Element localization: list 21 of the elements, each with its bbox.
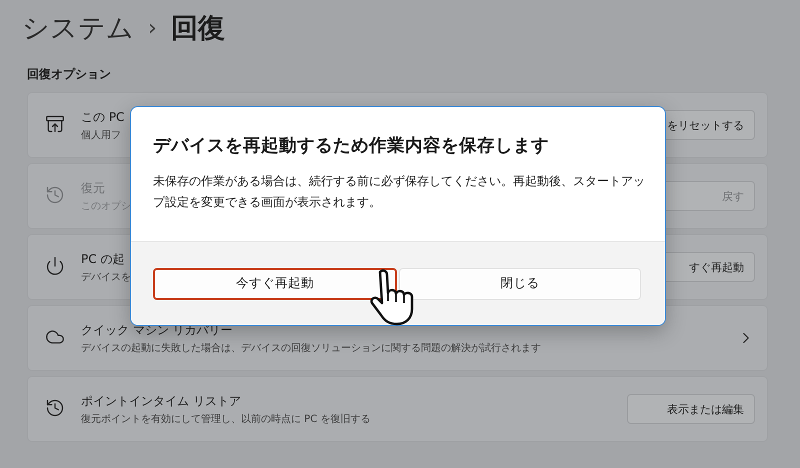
breadcrumb-parent[interactable]: システム — [22, 10, 134, 46]
option-description: 復元ポイントを有効にして管理し、以前の時点に PC を復旧する — [81, 412, 370, 426]
option-description: 個人用フ — [81, 128, 121, 142]
option-title: ポイントインタイム リストア — [81, 392, 241, 410]
option-title: 復元 — [81, 180, 105, 196]
dialog-button[interactable]: 今すぐ再起動 — [153, 268, 397, 300]
clock-arrow-icon — [45, 398, 65, 418]
option-button[interactable]: 表示または編集 — [627, 394, 755, 424]
dialog-button[interactable]: 閉じる — [399, 268, 641, 300]
option-title: この PC — [81, 108, 124, 126]
clock-arrow-icon — [45, 185, 65, 205]
section-label: 回復オプション — [27, 66, 112, 83]
option-description: デバイスの起動に失敗した場合は、デバイスの回復ソリューションに関する問題の解決が試行されます — [81, 342, 541, 354]
dialog-title: デバイスを再起動するため作業内容を保存します — [153, 134, 550, 157]
option-description: デバイスを — [81, 270, 131, 284]
tray-arrow-icon — [45, 114, 65, 134]
page-title: 回復 — [170, 12, 225, 46]
power-icon — [45, 256, 65, 276]
option-card[interactable]: ポイントインタイム リストア 復元ポイントを有効にして管理し、以前の時点に PC を復旧する 表示または編集 — [27, 376, 768, 442]
breadcrumb-separator: › — [148, 16, 157, 40]
option-title: PC の起 — [81, 250, 124, 268]
